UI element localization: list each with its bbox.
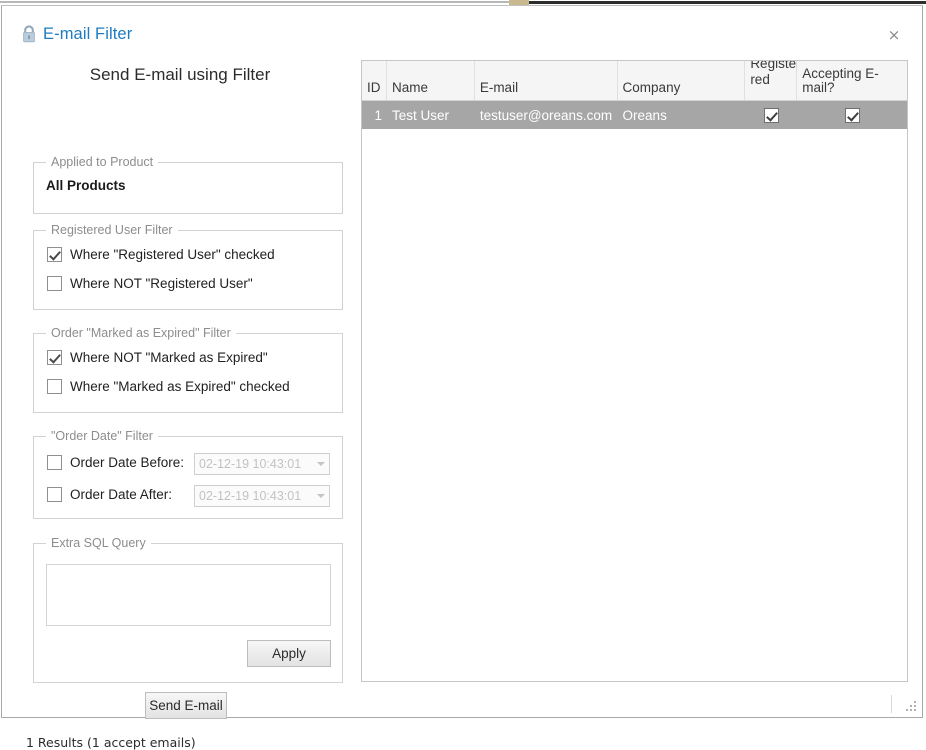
cell-name: Test User: [391, 107, 449, 123]
order-date-before-input[interactable]: 02-12-19 10:43:01: [194, 453, 330, 475]
column-header-label: Name: [391, 79, 428, 95]
chevron-down-icon[interactable]: [312, 486, 329, 506]
column-header-company[interactable]: Company: [618, 61, 746, 100]
column-header-label: Accepting E-mail?: [802, 66, 879, 95]
resize-grip[interactable]: [902, 697, 916, 711]
column-header-label: ID: [367, 79, 381, 95]
column-header-registered[interactable]: Registered: [745, 61, 798, 100]
checkbox-label: Order Date After:: [70, 487, 173, 502]
column-header-id[interactable]: ID: [362, 61, 387, 100]
group-title: "Order Date" Filter: [46, 429, 158, 443]
checkbox-row-expired-not[interactable]: Where NOT "Marked as Expired": [47, 350, 268, 365]
checkbox-registered-checked[interactable]: [47, 247, 62, 262]
column-header-email[interactable]: E-mail: [475, 61, 618, 100]
column-header-label: Company: [622, 79, 681, 95]
chevron-down-icon[interactable]: [312, 454, 329, 474]
send-email-button[interactable]: Send E-mail: [145, 692, 227, 719]
filter-pane: Send E-mail using Filter Applied to Prod…: [2, 51, 358, 750]
cell-email: testuser@oreans.com: [479, 107, 613, 123]
checkbox-row-order-date-before[interactable]: Order Date Before:: [47, 455, 184, 470]
order-date-after-value: 02-12-19 10:43:01: [199, 489, 302, 503]
registered-user-filter-group: Registered User Filter Where "Registered…: [33, 223, 343, 310]
checkbox-registered[interactable]: [763, 107, 779, 123]
email-filter-window: E-mail Filter × Send E-mail using Filter…: [1, 5, 923, 750]
group-title: Extra SQL Query: [46, 536, 151, 550]
checkbox-label: Where "Registered User" checked: [70, 247, 275, 262]
status-separator: [891, 695, 892, 713]
window-title: E-mail Filter: [43, 25, 133, 43]
group-title: Applied to Product: [46, 155, 159, 169]
checkbox-accepting-email[interactable]: [844, 107, 860, 123]
checkbox-row-expired-checked[interactable]: Where "Marked as Expired" checked: [47, 379, 290, 394]
cell-accepting-email[interactable]: [797, 101, 907, 129]
checkbox-label: Order Date Before:: [70, 455, 185, 470]
column-header-accepting-email[interactable]: Accepting E-mail?: [797, 61, 907, 100]
background-strip-right: [529, 1, 926, 4]
extra-sql-query-input[interactable]: [46, 564, 331, 626]
group-title: Registered User Filter: [46, 223, 178, 237]
checkbox-label: Where "Marked as Expired" checked: [70, 379, 290, 394]
page-title: Send E-mail using Filter: [89, 65, 271, 84]
cell-id: 1: [374, 107, 382, 123]
status-bar-text: 1 Results (1 accept emails): [26, 735, 196, 750]
cell-company: Oreans: [622, 107, 667, 123]
column-header-label: Registered: [750, 61, 797, 88]
checkbox-expired-checked[interactable]: [47, 379, 62, 394]
cell-registered[interactable]: [745, 101, 797, 129]
title-bar: E-mail Filter ×: [2, 6, 922, 51]
grid-header-row: ID Name E-mail Company Registered Accept…: [362, 61, 907, 101]
checkbox-row-registered-checked[interactable]: Where "Registered User" checked: [47, 247, 275, 262]
checkbox-order-date-before[interactable]: [47, 455, 62, 470]
table-row[interactable]: 1 Test User testuser@oreans.com Oreans: [362, 101, 907, 129]
checkbox-order-date-after[interactable]: [47, 487, 62, 502]
apply-button[interactable]: Apply: [247, 640, 331, 667]
order-date-after-input[interactable]: 02-12-19 10:43:01: [194, 485, 330, 507]
results-grid: ID Name E-mail Company Registered Accept…: [361, 60, 908, 682]
marked-expired-filter-group: Order "Marked as Expired" Filter Where N…: [33, 326, 343, 413]
order-date-before-value: 02-12-19 10:43:01: [199, 457, 302, 471]
extra-sql-query-group: Extra SQL Query Apply: [33, 536, 343, 683]
applied-product-value: All Products: [46, 178, 126, 193]
group-title: Order "Marked as Expired" Filter: [46, 326, 236, 340]
checkbox-row-registered-not[interactable]: Where NOT "Registered User": [47, 276, 253, 291]
close-icon[interactable]: ×: [878, 21, 910, 49]
checkbox-label: Where NOT "Marked as Expired": [70, 350, 268, 365]
background-strip-left: [0, 1, 509, 3]
column-header-label: E-mail: [479, 79, 519, 95]
checkbox-label: Where NOT "Registered User": [70, 276, 253, 291]
lock-icon: [23, 25, 35, 43]
order-date-filter-group: "Order Date" Filter Order Date Before: 0…: [33, 429, 343, 519]
checkbox-expired-not[interactable]: [47, 350, 62, 365]
checkbox-row-order-date-after[interactable]: Order Date After:: [47, 487, 172, 502]
checkbox-registered-not[interactable]: [47, 276, 62, 291]
applied-to-product-group: Applied to Product All Products: [33, 155, 343, 214]
column-header-name[interactable]: Name: [387, 61, 475, 100]
